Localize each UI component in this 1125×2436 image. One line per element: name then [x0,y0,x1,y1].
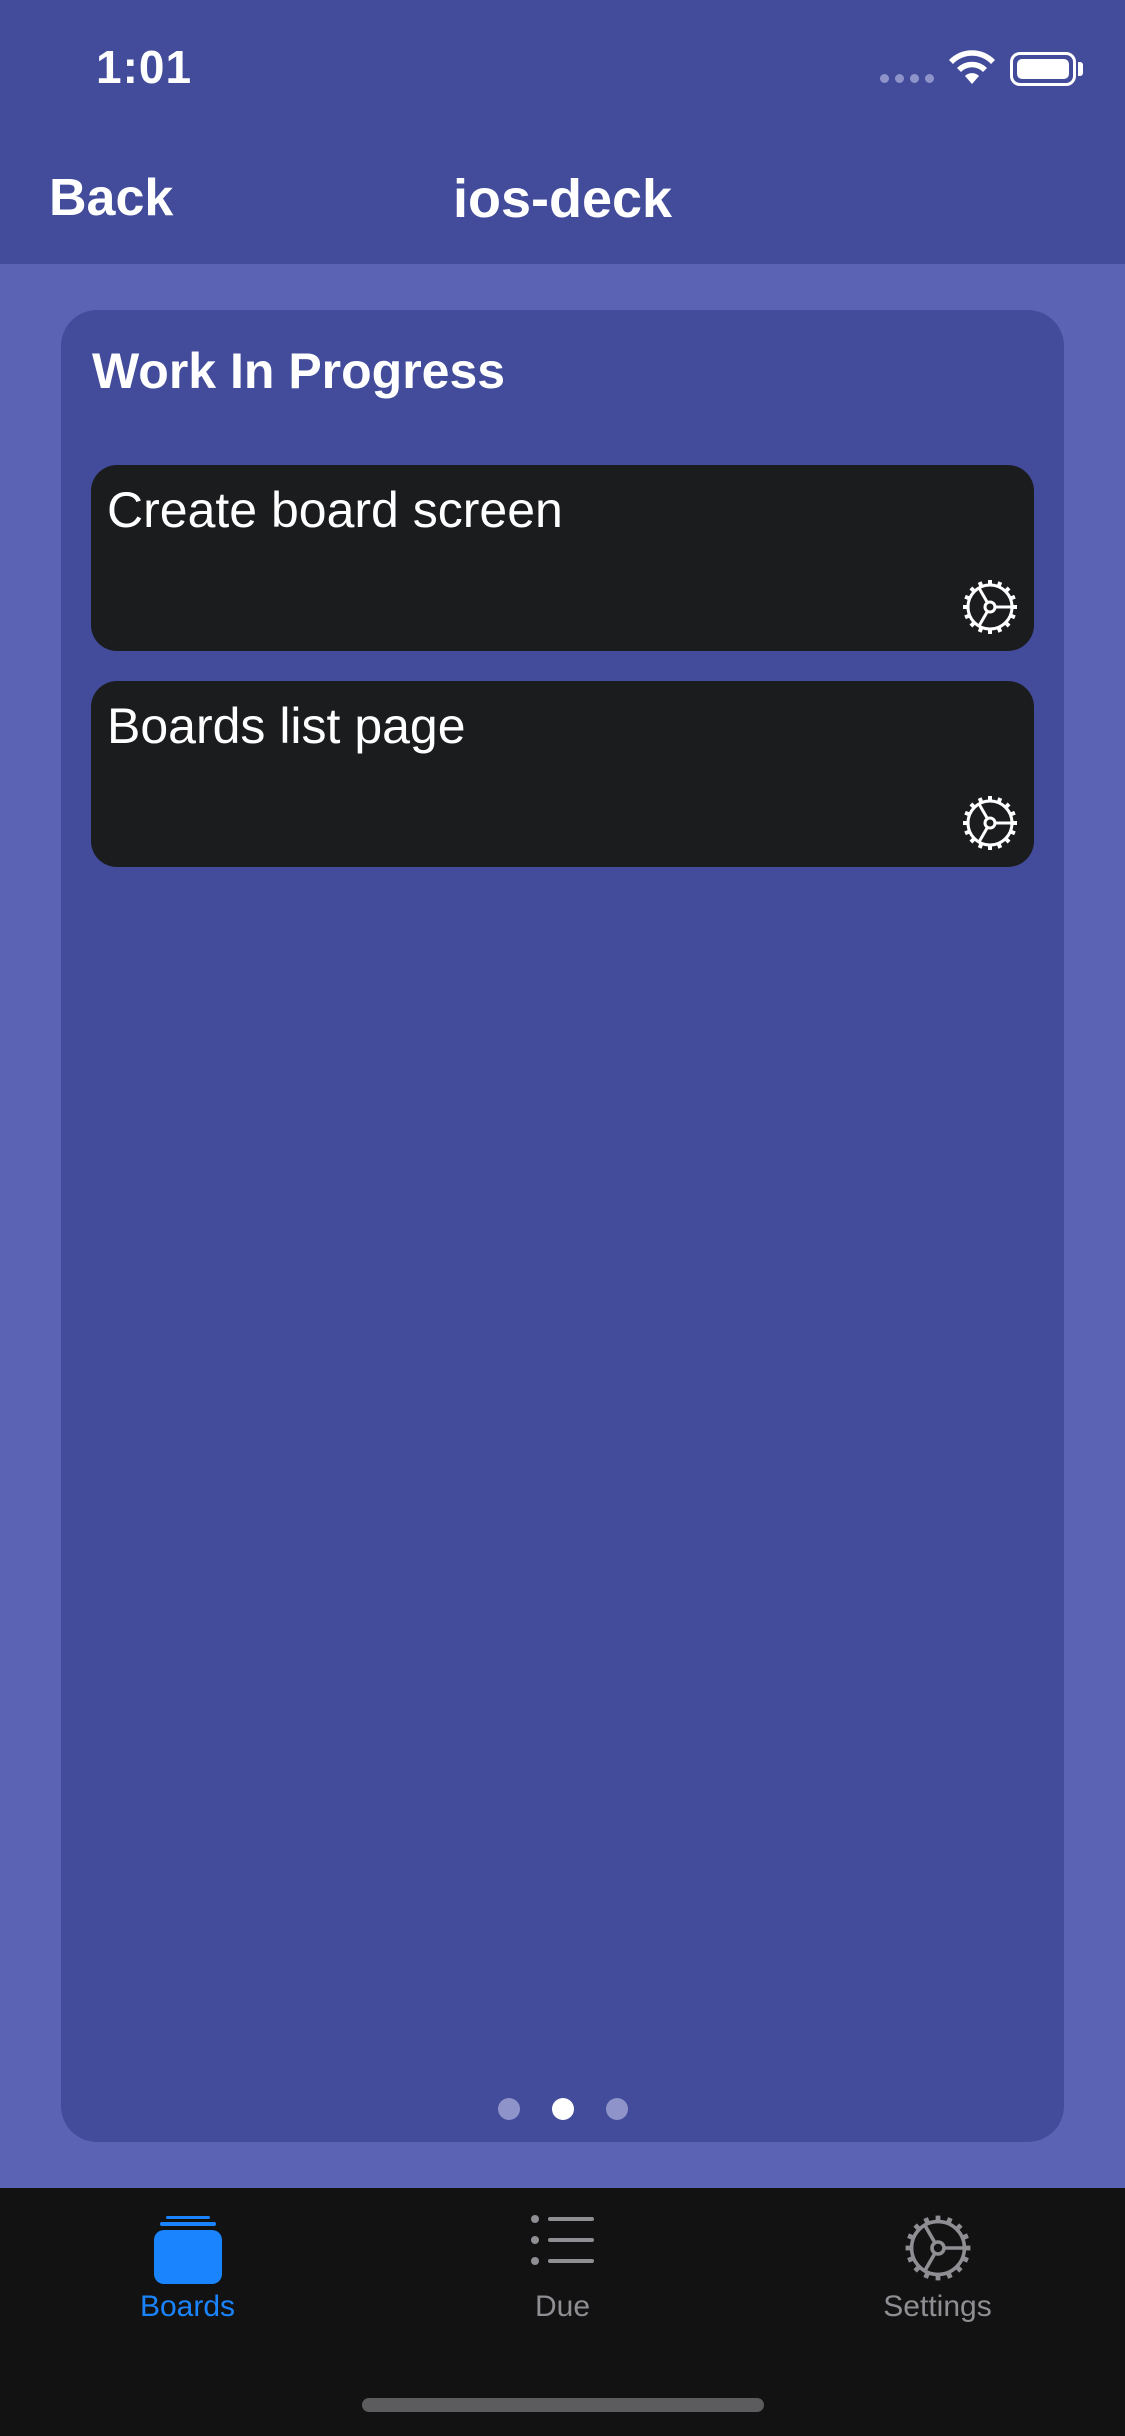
page-title: ios-deck [452,169,673,229]
settings-gear-icon[interactable] [960,793,1020,853]
tab-settings[interactable]: Settings [750,2188,1125,2348]
navigation-bar: 1:01 Back ios-deck [0,0,1125,264]
card[interactable]: Boards list page [91,681,1034,867]
page-dot[interactable] [497,2098,520,2120]
tab-label: Boards [139,2290,236,2323]
stack-panel[interactable]: Work In Progress Create board screen Boa… [61,310,1064,2142]
stack-title: Work In Progress [92,343,506,399]
tab-label: Settings [883,2290,992,2323]
settings-gear-icon[interactable] [960,577,1020,637]
page-dot[interactable] [605,2098,628,2120]
card[interactable]: Create board screen [91,465,1034,651]
tab-boards[interactable]: Boards [0,2188,375,2348]
page-indicator[interactable] [61,2098,1064,2120]
page-dot-current[interactable] [551,2098,574,2120]
boards-stack-icon [153,2216,222,2284]
card-title: Create board screen [107,482,563,538]
gear-icon [905,2215,970,2281]
tab-label: Due [534,2290,591,2323]
tab-due[interactable]: Due [375,2188,750,2348]
battery-icon [1010,52,1076,86]
list-icon [530,2215,594,2265]
cellular-signal-icon [880,74,934,83]
wifi-icon [949,50,995,84]
status-time: 1:01 [96,41,193,93]
card-title: Boards list page [107,698,466,754]
home-indicator[interactable] [362,2398,764,2412]
